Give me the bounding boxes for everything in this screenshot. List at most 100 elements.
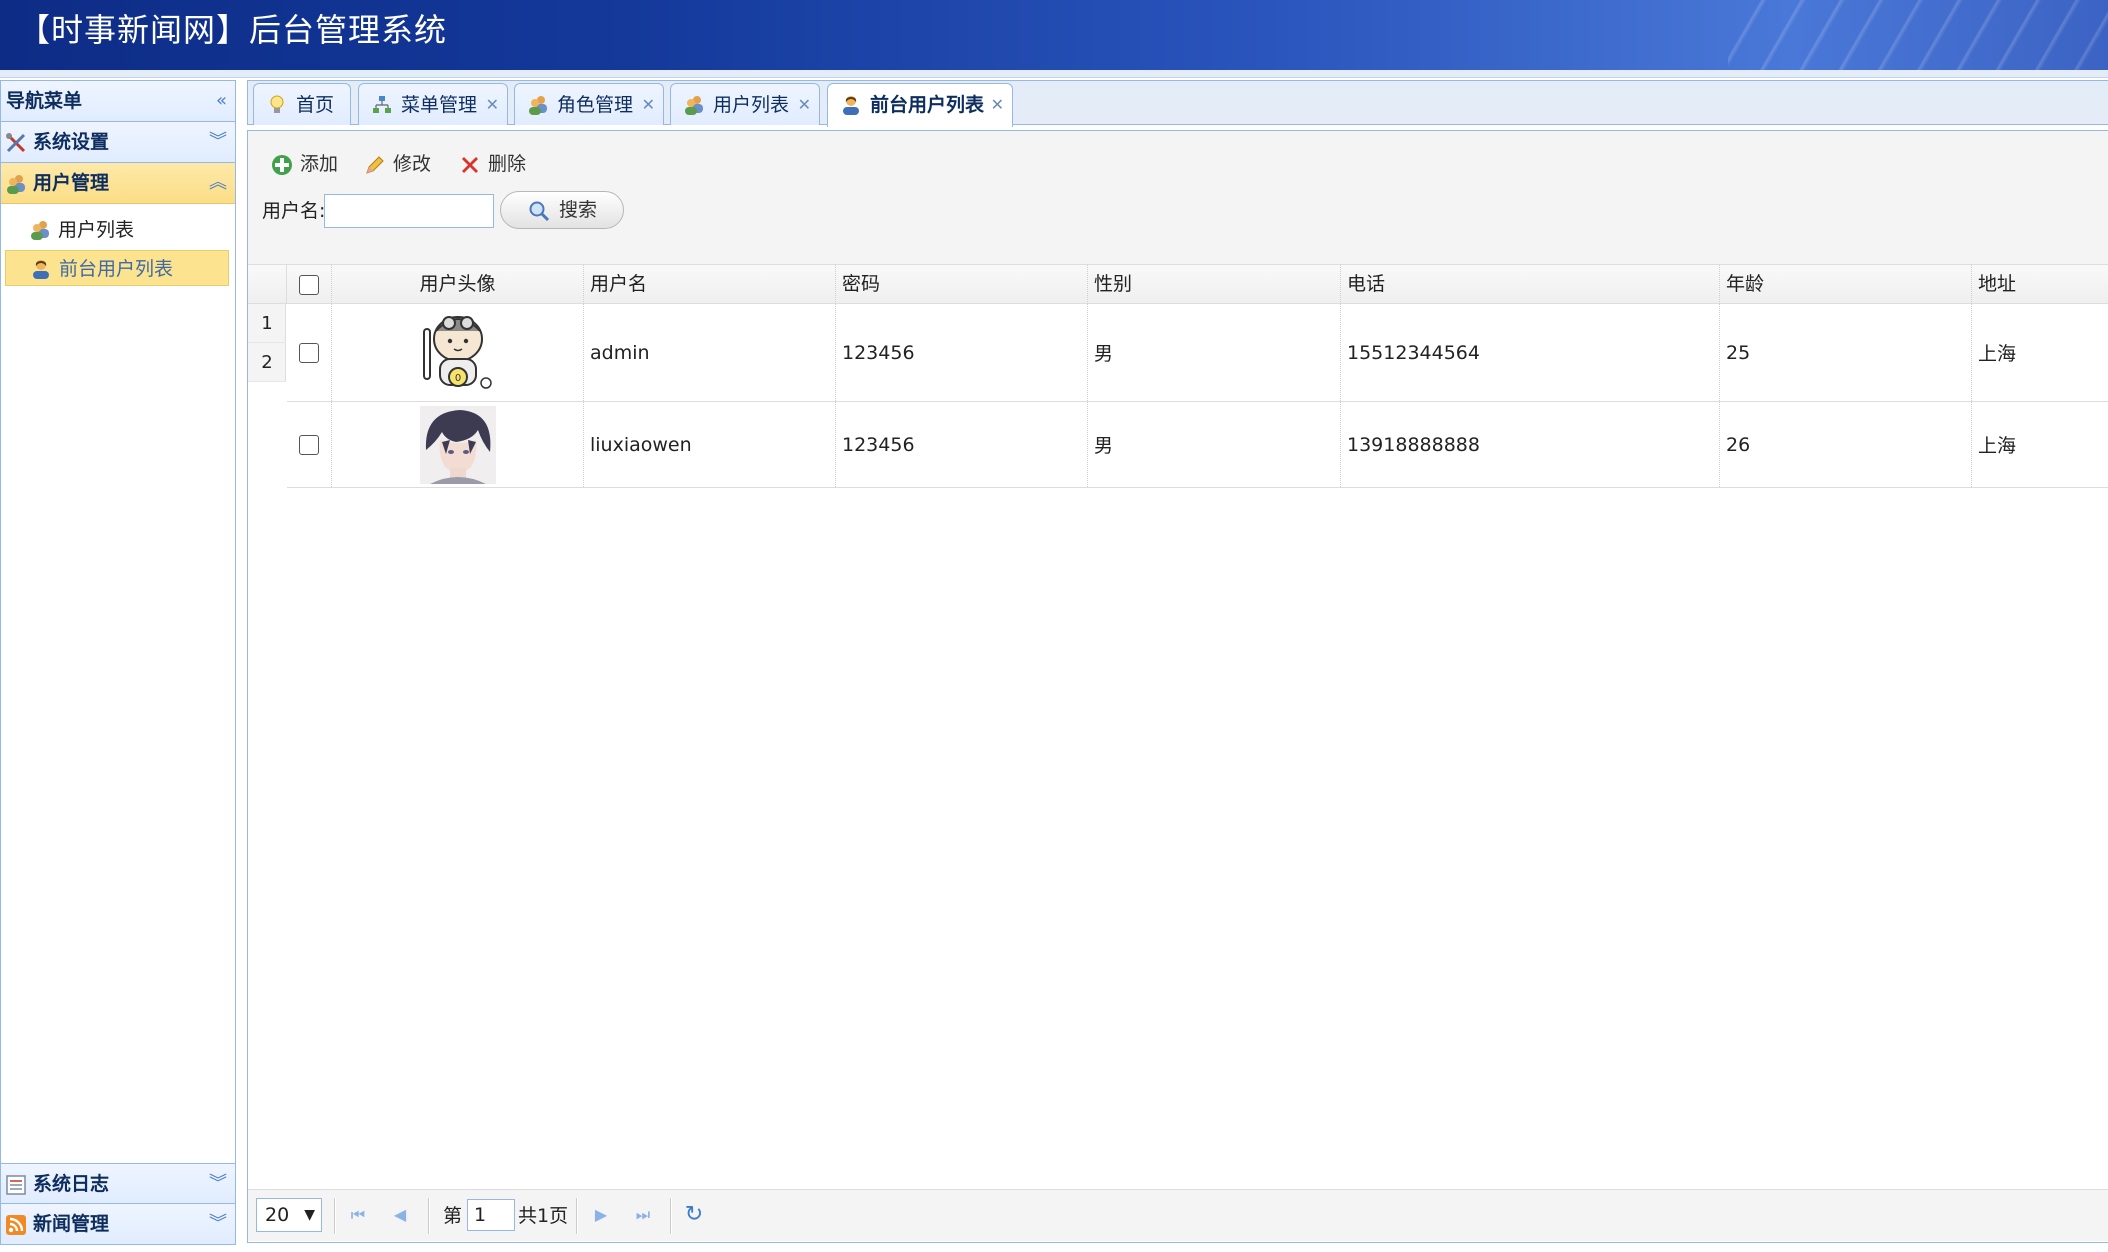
sidebar-panel-user-management[interactable]: 用户管理 ︽	[1, 163, 235, 204]
page-size-value: 20	[265, 1204, 290, 1226]
gender-value: 男	[1094, 435, 1114, 457]
tab-menu-management[interactable]: 菜单管理 ✕	[358, 83, 508, 125]
password-cell: 123456	[836, 304, 1088, 401]
grid-header-row: 用户头像 用户名 密码 性别 电话 年龄 地址	[248, 265, 2108, 304]
col-header-age[interactable]: 年龄	[1720, 265, 1972, 304]
close-icon[interactable]: ✕	[798, 84, 811, 126]
users-icon	[685, 96, 703, 115]
tab-role-management[interactable]: 角色管理 ✕	[514, 83, 664, 125]
edit-label: 修改	[393, 153, 432, 175]
pager-separator	[428, 1198, 430, 1234]
double-chevron-down-icon[interactable]: ︾	[209, 1164, 227, 1204]
header-divider	[0, 70, 2108, 78]
row-select-cell	[287, 402, 332, 487]
delete-button[interactable]: 删除	[458, 147, 538, 181]
double-chevron-down-icon[interactable]: ︾	[209, 1204, 227, 1244]
sidebar-panel-label: 新闻管理	[33, 1213, 110, 1235]
tab-label: 首页	[296, 94, 335, 116]
tab-home[interactable]: 首页	[253, 83, 351, 125]
phone-value: 13918888888	[1347, 433, 1480, 456]
sidebar-panel-system-log[interactable]: 系统日志 ︾	[1, 1163, 235, 1204]
avatar-cell	[332, 402, 584, 487]
select-all-checkbox[interactable]	[299, 274, 319, 295]
sitemap-icon	[373, 96, 391, 113]
double-chevron-left-icon[interactable]: «	[216, 81, 227, 121]
nav-menu-header: 导航菜单 «	[1, 81, 235, 122]
phone-cell: 15512344564	[1341, 304, 1720, 401]
address-cell: 上海	[1972, 402, 2108, 487]
sidebar-panel-label: 用户管理	[33, 172, 110, 194]
add-button[interactable]: 添加	[270, 147, 350, 181]
page-size-select[interactable]: 20 ▼	[256, 1198, 322, 1232]
age-cell: 25	[1720, 304, 1972, 401]
select-all-cell	[287, 265, 332, 304]
rownumber-column: 1 2	[248, 304, 286, 382]
sidebar-panel-label: 系统设置	[33, 131, 110, 153]
password-cell: 123456	[836, 402, 1088, 487]
nav-sidebar: 导航菜单 « 系统设置 ︾ 用户管理 ︽ 用户列表 前台用户列表 系统日志 ︾ …	[0, 80, 236, 1245]
gender-cell: 男	[1088, 304, 1341, 401]
refresh-icon[interactable]: ↻	[681, 1202, 707, 1228]
password-value: 123456	[842, 341, 915, 364]
age-value: 26	[1726, 433, 1751, 456]
double-chevron-down-icon[interactable]: ︾	[209, 122, 227, 162]
last-page-icon[interactable]: ⏭	[630, 1202, 656, 1228]
address-value: 上海	[1978, 343, 2017, 365]
col-header-avatar[interactable]: 用户头像	[332, 265, 584, 304]
tab-frontend-user-list[interactable]: 前台用户列表 ✕	[827, 83, 1013, 127]
close-icon[interactable]: ✕	[991, 84, 1004, 126]
close-icon[interactable]: ✕	[642, 84, 655, 126]
username-value: admin	[590, 341, 650, 364]
rownum-header	[248, 265, 287, 304]
phone-cell: 13918888888	[1341, 402, 1720, 487]
col-header-gender[interactable]: 性别	[1088, 265, 1341, 304]
password-value: 123456	[842, 433, 915, 456]
tab-label: 用户列表	[713, 94, 790, 116]
svg-text:0: 0	[454, 373, 460, 384]
sidebar-item-label: 前台用户列表	[59, 258, 174, 280]
next-page-icon[interactable]: ▶	[588, 1202, 614, 1228]
edit-button[interactable]: 修改	[363, 147, 443, 181]
tab-user-list[interactable]: 用户列表 ✕	[670, 83, 820, 125]
row-checkbox[interactable]	[299, 342, 319, 363]
close-icon[interactable]: ✕	[486, 84, 499, 126]
users-icon	[31, 221, 49, 240]
add-label: 添加	[300, 153, 339, 175]
tab-strip: 首页 菜单管理 ✕ 角色管理 ✕ 用户列表 ✕ 前台用户列表 ✕	[247, 80, 2108, 127]
first-page-icon[interactable]: ⏮	[345, 1202, 371, 1228]
grid-toolbar: 添加 修改 删除 用户名: 搜索	[248, 131, 2108, 265]
col-header-username[interactable]: 用户名	[584, 265, 836, 304]
gender-value: 男	[1094, 343, 1114, 365]
log-icon	[6, 1175, 26, 1195]
double-chevron-up-icon[interactable]: ︽	[209, 163, 227, 203]
page-number-input[interactable]: 1	[467, 1199, 515, 1231]
tools-icon	[6, 133, 26, 153]
username-cell: admin	[584, 304, 836, 401]
sidebar-panel-system-settings[interactable]: 系统设置 ︾	[1, 122, 235, 163]
pager-separator	[576, 1198, 578, 1234]
sidebar-panel-label: 系统日志	[33, 1173, 110, 1195]
sidebar-item-user-list[interactable]: 用户列表	[5, 212, 229, 248]
search-button[interactable]: 搜索	[500, 191, 624, 229]
prev-page-icon[interactable]: ◀	[387, 1202, 413, 1228]
user-icon	[33, 260, 49, 279]
address-value: 上海	[1978, 435, 2017, 457]
tab-panel-frontend-user-list: 添加 修改 删除 用户名: 搜索 用户头像 用户名 密码 性别 电话 年龄 地址…	[247, 130, 2108, 1243]
col-header-address[interactable]: 地址	[1972, 265, 2108, 304]
sidebar-item-label: 用户列表	[58, 219, 135, 241]
username-search-input[interactable]	[324, 194, 494, 228]
col-header-password[interactable]: 密码	[836, 265, 1088, 304]
row-select-cell	[287, 304, 332, 401]
row-number: 1	[248, 304, 286, 343]
table-row[interactable]: liuxiaowen 123456 男 13918888888 26 上海	[287, 402, 2108, 488]
gender-cell: 男	[1088, 402, 1341, 487]
sidebar-item-frontend-user-list[interactable]: 前台用户列表	[5, 250, 229, 286]
users-icon	[529, 96, 547, 115]
pager-separator	[670, 1198, 672, 1234]
age-cell: 26	[1720, 402, 1972, 487]
sidebar-panel-news-management[interactable]: 新闻管理 ︾	[1, 1204, 235, 1245]
col-header-phone[interactable]: 电话	[1341, 265, 1720, 304]
lightbulb-icon	[270, 95, 284, 113]
row-checkbox[interactable]	[299, 434, 319, 455]
table-row[interactable]: 0 admin 123456 男 15512344564 25 上海	[287, 304, 2108, 402]
